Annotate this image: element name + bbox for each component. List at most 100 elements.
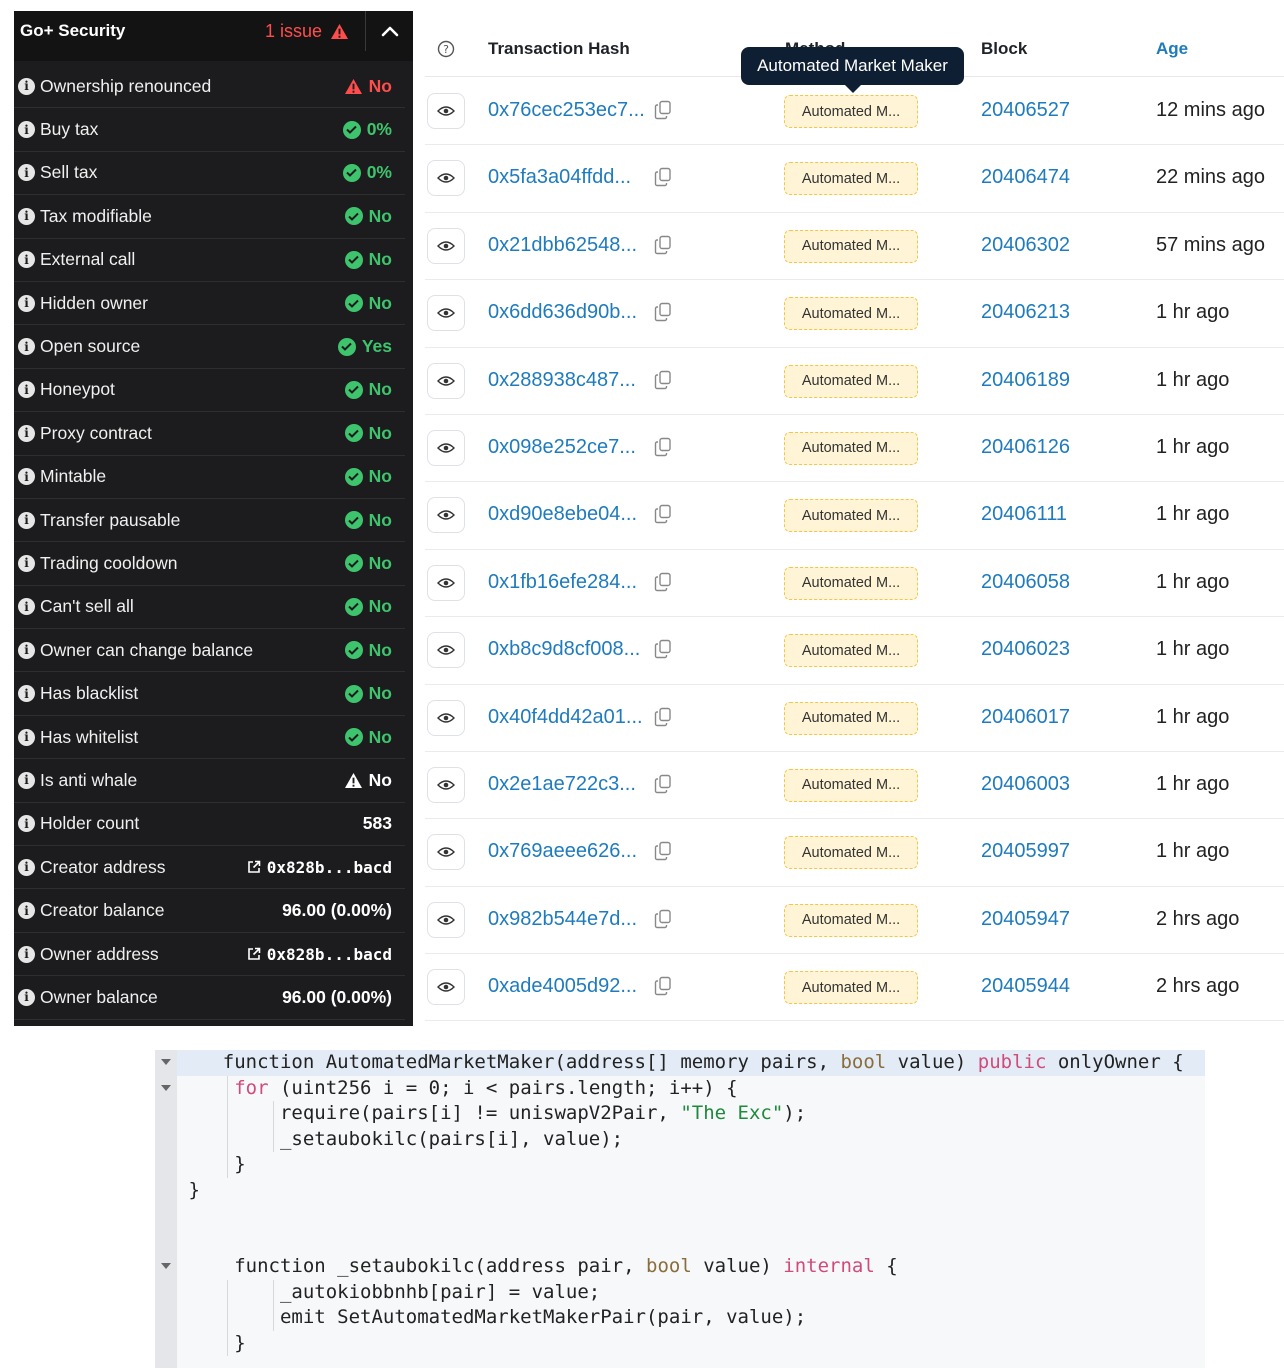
info-icon[interactable]: i — [18, 77, 35, 95]
block-link[interactable]: 20406474 — [981, 166, 1070, 189]
info-icon[interactable]: i — [18, 815, 35, 833]
code-line[interactable]: emit SetAutomatedMarketMakerPair(pair, v… — [177, 1305, 1205, 1331]
transaction-hash-link[interactable]: 0xb8c9d8cf008... — [488, 638, 640, 661]
method-badge[interactable]: Automated M... — [784, 768, 918, 802]
block-link[interactable]: 20405997 — [981, 840, 1070, 863]
security-row-value[interactable]: 0x828b...bacd — [247, 858, 392, 877]
copy-hash-button[interactable] — [654, 976, 672, 1001]
preview-button[interactable] — [427, 227, 465, 264]
info-icon[interactable]: i — [18, 988, 35, 1006]
info-icon[interactable]: i — [18, 424, 35, 442]
copy-hash-button[interactable] — [654, 167, 672, 192]
code-line[interactable] — [177, 1203, 1205, 1229]
fold-toggle-icon[interactable] — [161, 1059, 171, 1065]
transaction-hash-link[interactable]: 0x21dbb62548... — [488, 234, 637, 257]
transaction-hash-link[interactable]: 0x288938c487... — [488, 369, 636, 392]
info-icon[interactable]: i — [18, 641, 35, 659]
preview-button[interactable] — [427, 766, 465, 803]
preview-button[interactable] — [427, 564, 465, 601]
block-link[interactable]: 20406058 — [981, 571, 1070, 594]
copy-icon[interactable] — [654, 572, 672, 592]
preview-button[interactable] — [427, 429, 465, 466]
method-badge[interactable]: Automated M... — [784, 297, 918, 331]
code-line[interactable]: function AutomatedMarketMaker(address[] … — [161, 1050, 1205, 1076]
info-icon[interactable]: i — [18, 771, 35, 789]
copy-hash-button[interactable] — [654, 572, 672, 597]
block-link[interactable]: 20406189 — [981, 369, 1070, 392]
copy-icon[interactable] — [654, 639, 672, 659]
copy-icon[interactable] — [654, 370, 672, 390]
preview-button[interactable] — [427, 969, 465, 1006]
preview-button[interactable] — [427, 497, 465, 534]
copy-hash-button[interactable] — [654, 370, 672, 395]
copy-icon[interactable] — [654, 100, 672, 120]
block-link[interactable]: 20406302 — [981, 234, 1070, 257]
block-link[interactable]: 20406213 — [981, 301, 1070, 324]
block-link[interactable]: 20406017 — [981, 706, 1070, 729]
method-badge[interactable]: Automated M... — [784, 162, 918, 196]
method-badge[interactable]: Automated M... — [784, 971, 918, 1005]
copy-hash-button[interactable] — [654, 841, 672, 866]
copy-icon[interactable] — [654, 504, 672, 524]
info-icon[interactable]: i — [18, 728, 35, 746]
security-row-value[interactable]: 0x828b...bacd — [247, 945, 392, 964]
copy-icon[interactable] — [654, 909, 672, 929]
fold-toggle-icon[interactable] — [161, 1084, 171, 1091]
preview-button[interactable] — [427, 699, 465, 736]
info-icon[interactable]: i — [18, 164, 35, 182]
transaction-hash-link[interactable]: 0x5fa3a04ffdd... — [488, 166, 631, 189]
info-icon[interactable]: i — [18, 381, 35, 399]
code-line[interactable]: _autokiobbnhb[pair] = value; — [177, 1279, 1205, 1305]
method-badge[interactable]: Automated M... — [784, 634, 918, 668]
copy-hash-button[interactable] — [654, 437, 672, 462]
transaction-hash-link[interactable]: 0x098e252ce7... — [488, 436, 636, 459]
transaction-hash-link[interactable]: 0xd90e8ebe04... — [488, 503, 637, 526]
copy-hash-button[interactable] — [654, 235, 672, 260]
copy-icon[interactable] — [654, 841, 672, 861]
info-icon[interactable]: i — [18, 858, 35, 876]
block-link[interactable]: 20406003 — [981, 773, 1070, 796]
info-icon[interactable]: i — [18, 251, 35, 269]
copy-icon[interactable] — [654, 707, 672, 727]
code-line[interactable]: } — [177, 1178, 1205, 1204]
transaction-hash-link[interactable]: 0x40f4dd42a01... — [488, 706, 643, 729]
copy-icon[interactable] — [654, 302, 672, 322]
column-header-age[interactable]: Age — [1156, 39, 1188, 59]
block-link[interactable]: 20405944 — [981, 975, 1070, 998]
code-line[interactable]: require(pairs[i] != uniswapV2Pair, "The … — [177, 1101, 1205, 1127]
info-icon[interactable]: i — [18, 554, 35, 572]
transaction-hash-link[interactable]: 0x1fb16efe284... — [488, 571, 637, 594]
transaction-hash-link[interactable]: 0x2e1ae722c3... — [488, 773, 636, 796]
copy-hash-button[interactable] — [654, 302, 672, 327]
info-icon[interactable]: i — [18, 338, 35, 356]
block-link[interactable]: 20405947 — [981, 908, 1070, 931]
copy-hash-button[interactable] — [654, 909, 672, 934]
code-line[interactable]: function _setaubokilc(address pair, bool… — [161, 1254, 1205, 1280]
copy-hash-button[interactable] — [654, 639, 672, 664]
method-badge[interactable]: Automated M... — [784, 836, 918, 870]
copy-hash-button[interactable] — [654, 100, 672, 125]
block-link[interactable]: 20406126 — [981, 436, 1070, 459]
fold-toggle-icon[interactable] — [161, 1263, 171, 1269]
info-icon[interactable]: i — [18, 685, 35, 703]
info-icon[interactable]: i — [18, 468, 35, 486]
copy-hash-button[interactable] — [654, 774, 672, 799]
info-icon[interactable]: i — [18, 207, 35, 225]
copy-icon[interactable] — [654, 437, 672, 457]
method-badge[interactable]: Automated M... — [784, 431, 918, 465]
transaction-hash-link[interactable]: 0x6dd636d90b... — [488, 301, 637, 324]
info-icon[interactable]: i — [18, 945, 35, 963]
copy-icon[interactable] — [654, 235, 672, 255]
help-icon[interactable]: ? — [437, 40, 455, 63]
block-link[interactable]: 20406111 — [981, 503, 1067, 526]
method-badge[interactable]: Automated M... — [784, 229, 918, 263]
info-icon[interactable]: i — [18, 121, 35, 139]
copy-icon[interactable] — [654, 167, 672, 187]
method-badge[interactable]: Automated M... — [784, 364, 918, 398]
copy-icon[interactable] — [654, 976, 672, 996]
preview-button[interactable] — [427, 901, 465, 938]
preview-button[interactable] — [427, 834, 465, 871]
method-badge[interactable]: Automated M... — [784, 499, 918, 533]
preview-button[interactable] — [427, 93, 465, 129]
preview-button[interactable] — [427, 632, 465, 669]
